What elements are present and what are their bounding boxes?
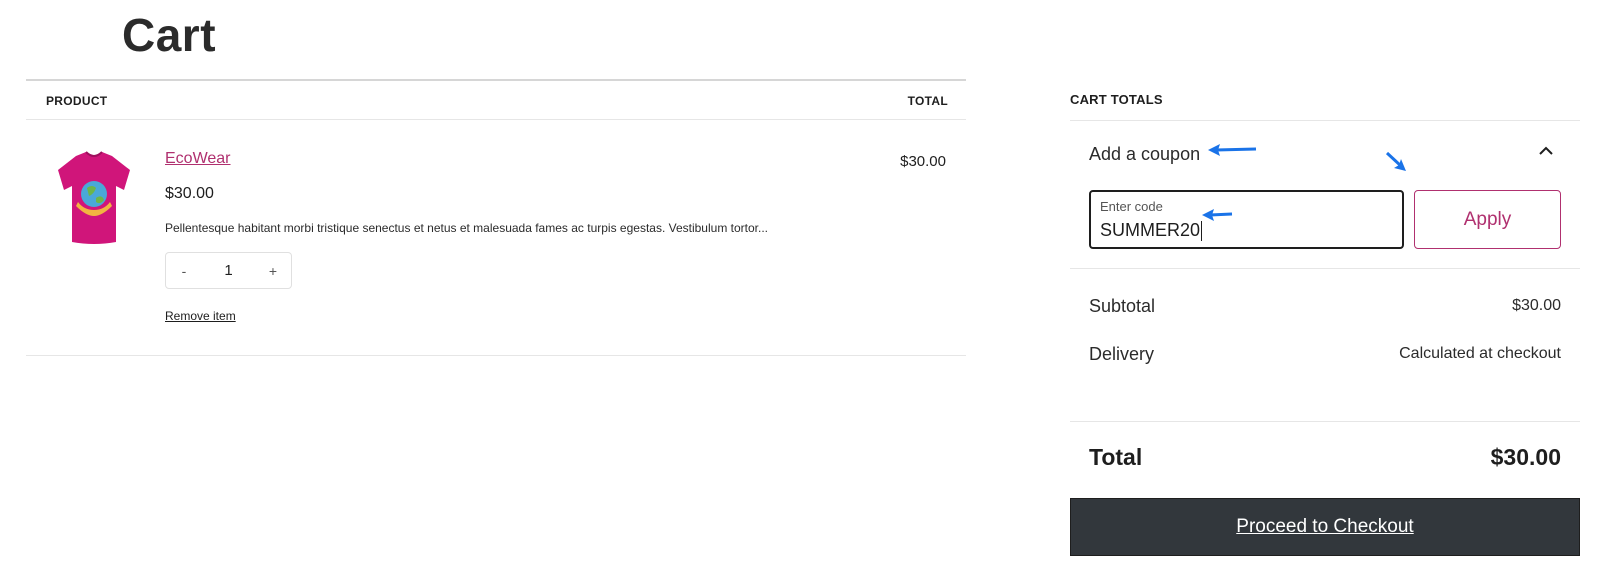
cart-totals-heading: CART TOTALS [1070,92,1163,107]
proceed-to-checkout-button[interactable]: Proceed to Checkout [1070,498,1580,556]
row-total: $30.00 [900,153,946,170]
total-value: $30.00 [1490,444,1561,470]
product-link[interactable]: EcoWear [165,150,231,168]
totals-divider [1070,421,1580,422]
table-bottom-divider [26,355,966,356]
delivery-value: Calculated at checkout [1399,345,1561,362]
apply-coupon-button[interactable]: Apply [1414,190,1561,249]
tshirt-icon [58,151,130,244]
delivery-label: Delivery [1089,344,1155,364]
checkout-button-label: Proceed to Checkout [1236,516,1414,537]
quantity-stepper: - 1 + [165,252,292,289]
total-label: Total [1089,444,1143,470]
subtotal-label: Subtotal [1089,296,1156,316]
annotation-arrow-icon [1202,209,1233,221]
quantity-input[interactable]: 1 [202,262,255,279]
totals-divider [1070,268,1580,269]
product-description: Pellentesque habitant morbi tristique se… [165,221,768,235]
add-coupon-toggle[interactable]: Add a coupon [1089,144,1200,165]
chevron-up-icon[interactable] [1537,144,1555,158]
annotation-arrow-icon [1385,151,1406,171]
coupon-code-input[interactable]: Enter code SUMMER20 [1089,190,1404,249]
table-top-divider [26,79,966,81]
column-header-total: TOTAL [907,94,948,108]
column-header-product: PRODUCT [46,94,108,108]
annotation-arrow-icon [1208,144,1257,156]
remove-item-link[interactable]: Remove item [165,309,236,323]
quantity-decrement-button[interactable]: - [166,263,202,279]
coupon-code-value[interactable]: SUMMER20 [1100,220,1203,242]
quantity-increment-button[interactable]: + [255,263,291,279]
page-title: Cart [122,9,217,61]
product-price: $30.00 [165,185,214,202]
subtotal-value: $30.00 [1512,297,1561,314]
table-row: EcoWear $30.00 Pellentesque habitant mor… [26,120,966,356]
product-thumbnail[interactable] [54,150,134,246]
totals-divider [1070,120,1580,121]
coupon-code-label: Enter code [1100,199,1163,214]
